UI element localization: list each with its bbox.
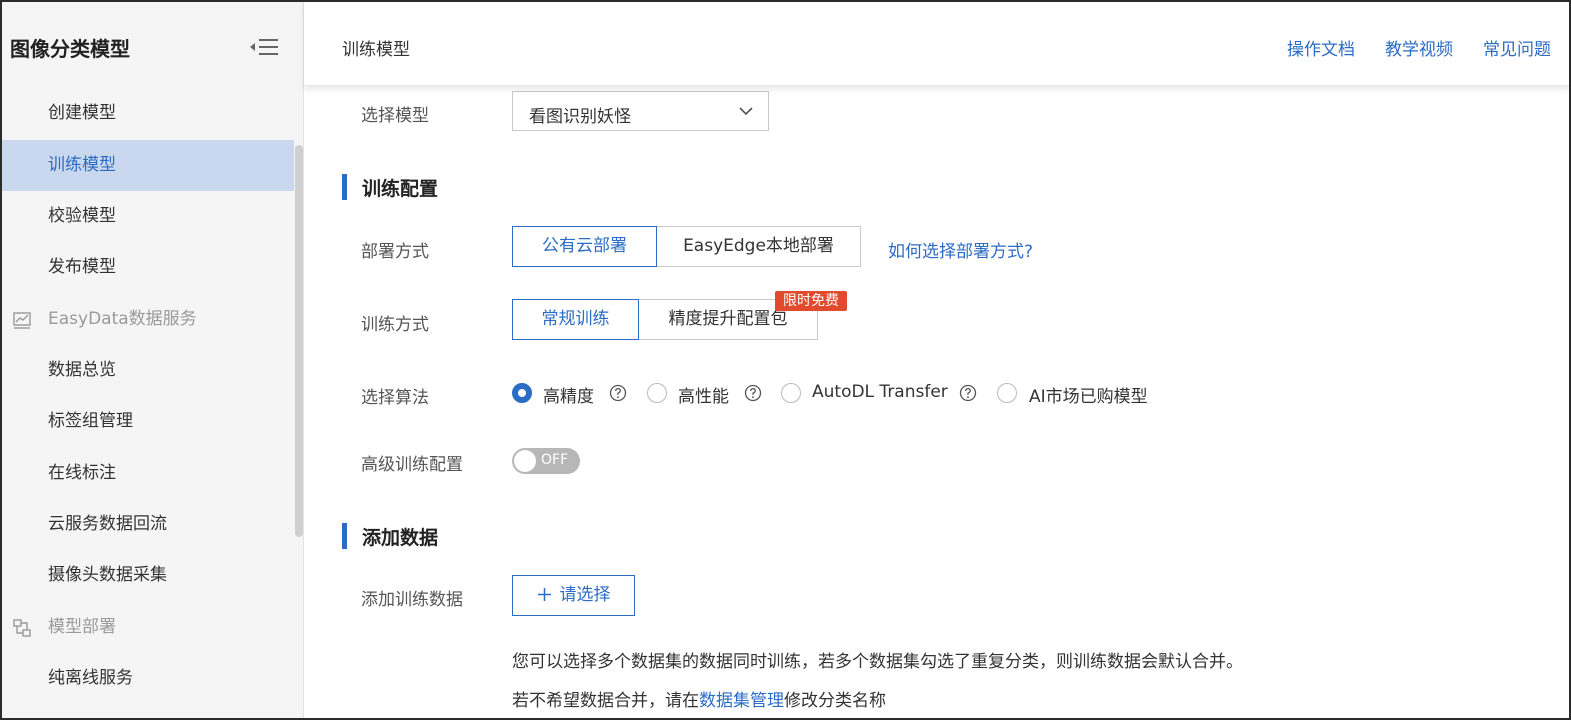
top-header: 训练模型 操作文档 教学视频 常见问题: [304, 2, 1569, 86]
page-title: 训练模型: [342, 40, 410, 60]
radio-autodl-transfer[interactable]: [781, 383, 801, 403]
sidebar-title: 图像分类模型: [10, 37, 130, 61]
select-model-label: 选择模型: [361, 106, 429, 126]
help-icon[interactable]: [609, 384, 627, 402]
deploy-help-link[interactable]: 如何选择部署方式?: [888, 237, 1033, 262]
deploy-method-label: 部署方式: [361, 242, 429, 262]
sidebar: 图像分类模型 创建模型 训练模型 校验模型 发布模型 EasyData数据服务 …: [2, 2, 304, 718]
section-add-data: 添加数据: [342, 523, 438, 550]
sidebar-scrollbar[interactable]: [295, 145, 303, 537]
sidebar-item-train-model[interactable]: 训练模型: [2, 140, 294, 191]
faq-link[interactable]: 常见问题: [1483, 35, 1551, 60]
radio-ai-market-model[interactable]: [997, 383, 1017, 403]
sidebar-item-cloud-data-reflow[interactable]: 云服务数据回流: [2, 499, 294, 550]
model-select-value: 看图识别妖怪: [529, 107, 631, 127]
sidebar-group-easydata[interactable]: EasyData数据服务: [2, 294, 294, 345]
radio-autodl-transfer-label: AutoDL Transfer: [812, 382, 948, 402]
advanced-config-toggle[interactable]: OFF: [512, 448, 580, 474]
dataset-management-link[interactable]: 数据集管理: [699, 691, 784, 711]
sidebar-group-model-deploy[interactable]: 模型部署: [2, 602, 294, 653]
toggle-state-text: OFF: [541, 452, 569, 468]
deploy-option-easyedge[interactable]: EasyEdge本地部署: [656, 226, 861, 267]
plus-icon: [537, 588, 551, 601]
tutorial-video-link[interactable]: 教学视频: [1385, 35, 1453, 60]
chart-icon: [13, 312, 31, 329]
deploy-method-group: 公有云部署 EasyEdge本地部署: [512, 226, 872, 268]
sidebar-item-label: 标签组管理: [48, 411, 133, 431]
sidebar-item-online-annotation[interactable]: 在线标注: [2, 448, 294, 499]
algorithm-label: 选择算法: [361, 388, 429, 408]
model-select[interactable]: 看图识别妖怪: [512, 91, 769, 131]
chevron-down-icon: [739, 107, 753, 116]
sidebar-item-label: 发布模型: [48, 257, 116, 277]
radio-high-accuracy[interactable]: [512, 383, 532, 403]
rename-hint: 若不希望数据合并，请在数据集管理修改分类名称: [512, 686, 886, 711]
sidebar-item-label: 训练模型: [48, 155, 116, 175]
app-window: 图像分类模型 创建模型 训练模型 校验模型 发布模型 EasyData数据服务 …: [0, 0, 1571, 720]
sidebar-item-label: 摄像头数据采集: [48, 565, 167, 585]
sidebar-item-create-model[interactable]: 创建模型: [2, 88, 294, 139]
select-data-button-label: 请选择: [559, 585, 611, 605]
select-data-button[interactable]: 请选择: [512, 575, 635, 616]
sidebar-item-label: 在线标注: [48, 463, 116, 483]
sidebar-item-label: 模型部署: [48, 617, 116, 637]
sidebar-item-publish-model[interactable]: 发布模型: [2, 242, 294, 293]
sidebar-item-validate-model[interactable]: 校验模型: [2, 191, 294, 242]
section-training-config: 训练配置: [342, 174, 438, 201]
rename-hint-suffix: 修改分类名称: [784, 691, 886, 711]
docs-link[interactable]: 操作文档: [1287, 35, 1355, 60]
limited-free-badge: 限时免费: [775, 291, 847, 311]
train-method-label: 训练方式: [361, 315, 429, 335]
sidebar-item-camera-collection[interactable]: 摄像头数据采集: [2, 550, 294, 601]
main-content: 选择模型 看图识别妖怪 训练配置 部署方式 公有云部署 EasyEdge本地部署…: [304, 86, 1569, 718]
sidebar-item-label: 数据总览: [48, 360, 116, 380]
sidebar-item-label: 校验模型: [48, 206, 116, 226]
deploy-icon: [13, 619, 31, 637]
sidebar-item-data-overview[interactable]: 数据总览: [2, 345, 294, 396]
sidebar-item-label: EasyData数据服务: [48, 309, 197, 329]
radio-high-performance[interactable]: [647, 383, 667, 403]
add-train-data-label: 添加训练数据: [361, 590, 463, 610]
toggle-knob: [514, 450, 536, 472]
radio-high-performance-label: 高性能: [678, 387, 729, 407]
sidebar-item-label: 创建模型: [48, 103, 116, 123]
deploy-option-public-cloud[interactable]: 公有云部署: [512, 226, 657, 267]
train-option-regular[interactable]: 常规训练: [512, 299, 639, 340]
radio-high-accuracy-label: 高精度: [543, 387, 594, 407]
sidebar-item-label: 云服务数据回流: [48, 514, 167, 534]
sidebar-item-label: 纯离线服务: [48, 668, 133, 688]
merge-hint-text: 您可以选择多个数据集的数据同时训练，若多个数据集勾选了重复分类，则训练数据会默认…: [512, 652, 1243, 672]
radio-ai-market-model-label: AI市场已购模型: [1029, 387, 1148, 407]
collapse-menu-icon[interactable]: [248, 36, 280, 58]
help-icon[interactable]: [959, 384, 977, 402]
sidebar-item-offline-service[interactable]: 纯离线服务: [2, 653, 294, 704]
sidebar-item-label-groups[interactable]: 标签组管理: [2, 396, 294, 447]
advanced-config-label: 高级训练配置: [361, 455, 463, 475]
help-icon[interactable]: [744, 384, 762, 402]
rename-hint-prefix: 若不希望数据合并，请在: [512, 691, 699, 711]
